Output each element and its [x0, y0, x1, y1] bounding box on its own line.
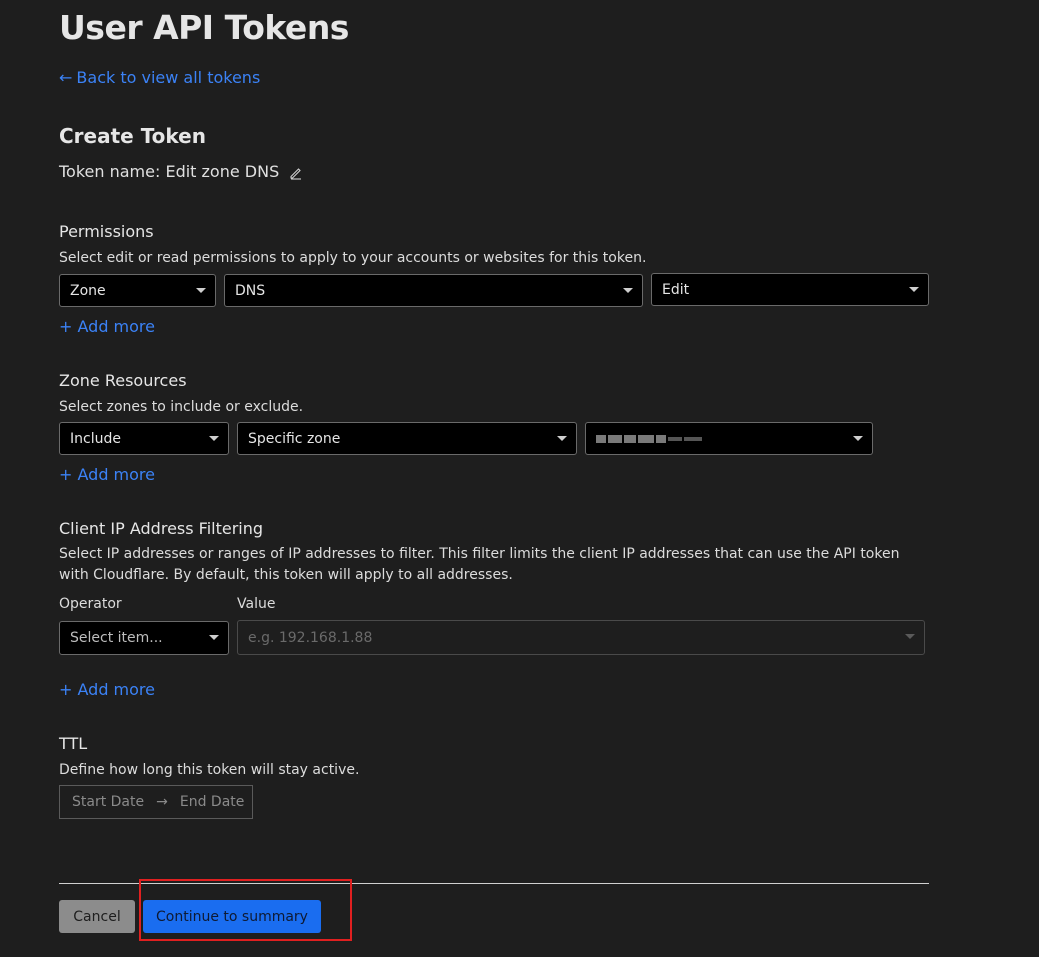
token-name-text: Token name: Edit zone DNS — [59, 162, 280, 181]
ip-filtering-heading: Client IP Address Filtering — [59, 519, 264, 538]
end-date-input[interactable]: End Date — [180, 794, 245, 810]
permission-resource-select[interactable]: DNS — [224, 274, 643, 307]
permission-scope-value: Zone — [70, 282, 106, 299]
chevron-down-icon — [557, 436, 567, 441]
highlight-annotation — [139, 879, 352, 941]
permissions-description: Select edit or read permissions to apply… — [59, 250, 647, 266]
ip-filtering-description: Select IP addresses or ranges of IP addr… — [59, 546, 900, 583]
ttl-description: Define how long this token will stay act… — [59, 762, 360, 778]
zone-include-value: Include — [70, 430, 121, 447]
redacted-zone-name — [596, 434, 702, 443]
pencil-icon[interactable] — [289, 165, 303, 180]
operator-label: Operator — [59, 596, 122, 612]
arrow-right-icon: → — [156, 794, 168, 810]
zone-resources-add-more-link[interactable]: + Add more — [59, 465, 155, 484]
value-label: Value — [237, 596, 276, 612]
back-link-label: Back to view all tokens — [76, 68, 261, 87]
permission-resource-value: DNS — [235, 282, 266, 299]
permission-level-select[interactable]: Edit — [651, 273, 929, 306]
chevron-down-icon — [623, 288, 633, 293]
operator-placeholder: Select item... — [70, 630, 163, 646]
chevron-down-icon — [209, 635, 219, 640]
zone-type-value: Specific zone — [248, 430, 341, 447]
chevron-down-icon — [196, 288, 206, 293]
ip-value-placeholder: e.g. 192.168.1.88 — [248, 629, 373, 646]
permissions-add-more-link[interactable]: + Add more — [59, 317, 155, 336]
start-date-input[interactable]: Start Date — [72, 794, 144, 810]
zone-resources-heading: Zone Resources — [59, 371, 187, 390]
chevron-down-icon — [209, 436, 219, 441]
ttl-date-range-picker[interactable]: Start Date → End Date — [59, 785, 253, 819]
zone-resources-description: Select zones to include or exclude. — [59, 399, 304, 415]
zone-type-select[interactable]: Specific zone — [237, 422, 577, 455]
ip-value-select: e.g. 192.168.1.88 — [237, 620, 925, 655]
token-name: Token name: Edit zone DNS — [59, 162, 303, 181]
permissions-heading: Permissions — [59, 222, 154, 241]
cancel-button[interactable]: Cancel — [59, 900, 135, 933]
chevron-down-icon — [909, 287, 919, 292]
create-token-heading: Create Token — [59, 124, 206, 148]
zone-name-select[interactable] — [585, 422, 873, 455]
back-to-tokens-link[interactable]: ← Back to view all tokens — [59, 68, 260, 87]
chevron-down-icon — [905, 634, 915, 639]
zone-include-select[interactable]: Include — [59, 422, 229, 455]
permission-level-value: Edit — [662, 281, 690, 298]
page-title: User API Tokens — [59, 8, 349, 47]
create-token-page: User API Tokens ← Back to view all tokens… — [0, 0, 1039, 957]
operator-select[interactable]: Select item... — [59, 621, 229, 655]
ttl-heading: TTL — [59, 734, 88, 753]
ip-filtering-add-more-link[interactable]: + Add more — [59, 680, 155, 699]
arrow-left-icon: ← — [59, 68, 73, 87]
permission-scope-select[interactable]: Zone — [59, 274, 216, 307]
chevron-down-icon — [853, 436, 863, 441]
